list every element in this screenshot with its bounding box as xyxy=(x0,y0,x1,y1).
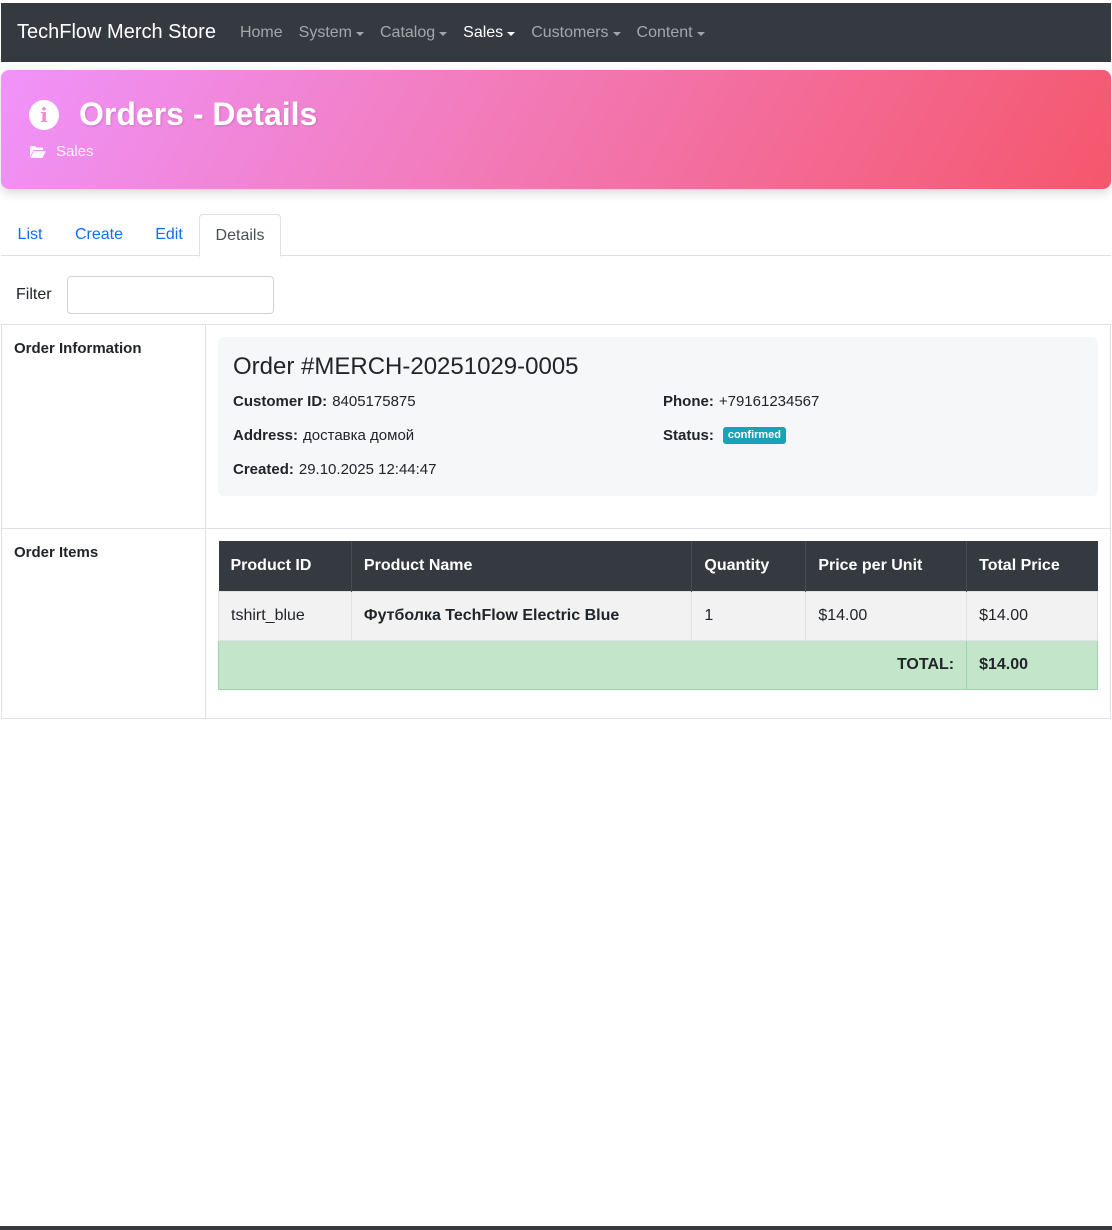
created-field: Created: 29.10.2025 12:44:47 xyxy=(233,461,437,478)
column-header: Product Name xyxy=(350,541,692,591)
field-value: 29.10.2025 12:44:47 xyxy=(298,461,437,478)
nav-item-home[interactable]: Home xyxy=(232,24,291,42)
order-items-label: Order Items xyxy=(14,544,99,561)
grid-divider xyxy=(205,324,206,719)
field-label: Created: xyxy=(233,461,294,478)
page-title-row: i Orders - Details xyxy=(29,96,317,133)
tab-edit[interactable]: Edit xyxy=(139,214,199,256)
cell-total-price: $14.00 xyxy=(966,590,1098,641)
field-label: Address: xyxy=(233,427,299,444)
tab-bar: List Create Edit Details xyxy=(1,214,1111,257)
status-field: Status: confirmed xyxy=(663,427,787,444)
total-label: TOTAL: xyxy=(217,639,968,690)
total-row: TOTAL: $14.00 xyxy=(217,639,1098,690)
filter-label: Filter xyxy=(16,286,52,303)
caret-down-icon xyxy=(439,31,448,36)
brand-link[interactable]: TechFlow Merch Store xyxy=(17,21,216,44)
nav-label: System xyxy=(298,23,352,41)
tab-create[interactable]: Create xyxy=(59,214,139,256)
phone-field: Phone: +79161234567 xyxy=(663,393,819,410)
grid-divider xyxy=(1,528,1111,529)
field-label: Customer ID: xyxy=(233,393,328,410)
field-label: Phone: xyxy=(663,393,714,410)
caret-down-icon xyxy=(507,31,516,36)
breadcrumb: Sales xyxy=(30,143,94,160)
top-navbar: TechFlow Merch Store Home System Catalog… xyxy=(1,3,1111,62)
field-value: +79161234567 xyxy=(718,393,820,410)
cell-product-name: Футболка TechFlow Electric Blue xyxy=(350,590,693,641)
nav-item-customers[interactable]: Customers xyxy=(523,24,628,42)
nav-label: Content xyxy=(636,23,693,41)
nav-item-catalog[interactable]: Catalog xyxy=(372,24,455,42)
address-field: Address: доставка домой xyxy=(233,427,414,444)
order-information-label: Order Information xyxy=(14,340,142,357)
tab-list[interactable]: List xyxy=(1,214,59,256)
order-info-card: Order #MERCH-20251029-0005 Customer ID: … xyxy=(218,337,1098,496)
page-title: Orders - Details xyxy=(79,96,318,132)
column-header: Quantity xyxy=(691,541,806,591)
order-title: Order #MERCH-20251029-0005 xyxy=(233,353,579,380)
column-header: Price per Unit xyxy=(805,541,967,591)
customer-id-field: Customer ID: 8405175875 xyxy=(233,393,416,410)
window-bottom-edge xyxy=(0,1226,1112,1230)
breadcrumb-sales[interactable]: Sales xyxy=(56,143,94,160)
nav-label: Customers xyxy=(531,23,609,41)
table-row: tshirt_blue Футболка TechFlow Electric B… xyxy=(218,590,1098,641)
caret-down-icon xyxy=(356,31,364,36)
column-header: Product ID xyxy=(218,541,352,591)
field-value: 8405175875 xyxy=(332,393,416,410)
folder-open-icon xyxy=(30,145,46,158)
info-circle-icon: i xyxy=(29,99,59,130)
tab-details[interactable]: Details xyxy=(199,214,281,257)
nav-label: Home xyxy=(239,23,283,41)
field-value: доставка домой xyxy=(303,427,415,444)
nav-item-system[interactable]: System xyxy=(291,24,372,42)
status-badge: confirmed xyxy=(722,427,787,444)
order-items-table: Product ID Product Name Quantity Price p… xyxy=(217,541,1098,690)
field-label: Status: xyxy=(663,427,714,444)
column-header: Total Price xyxy=(966,541,1098,591)
page-header-banner: i Orders - Details xyxy=(1,70,1111,189)
cell-price-per-unit: $14.00 xyxy=(805,590,968,641)
table-header-row: Product ID Product Name Quantity Price p… xyxy=(218,541,1098,591)
nav-item-content[interactable]: Content xyxy=(629,24,713,42)
cell-quantity: 1 xyxy=(691,590,807,641)
caret-down-icon xyxy=(696,31,705,36)
nav-label: Sales xyxy=(463,23,504,41)
caret-down-icon xyxy=(612,31,621,36)
total-value: $14.00 xyxy=(966,639,1098,690)
filter-input[interactable] xyxy=(67,276,274,314)
nav-label: Catalog xyxy=(380,23,436,41)
nav-item-sales[interactable]: Sales xyxy=(455,24,523,42)
cell-product-id: tshirt_blue xyxy=(218,590,352,641)
